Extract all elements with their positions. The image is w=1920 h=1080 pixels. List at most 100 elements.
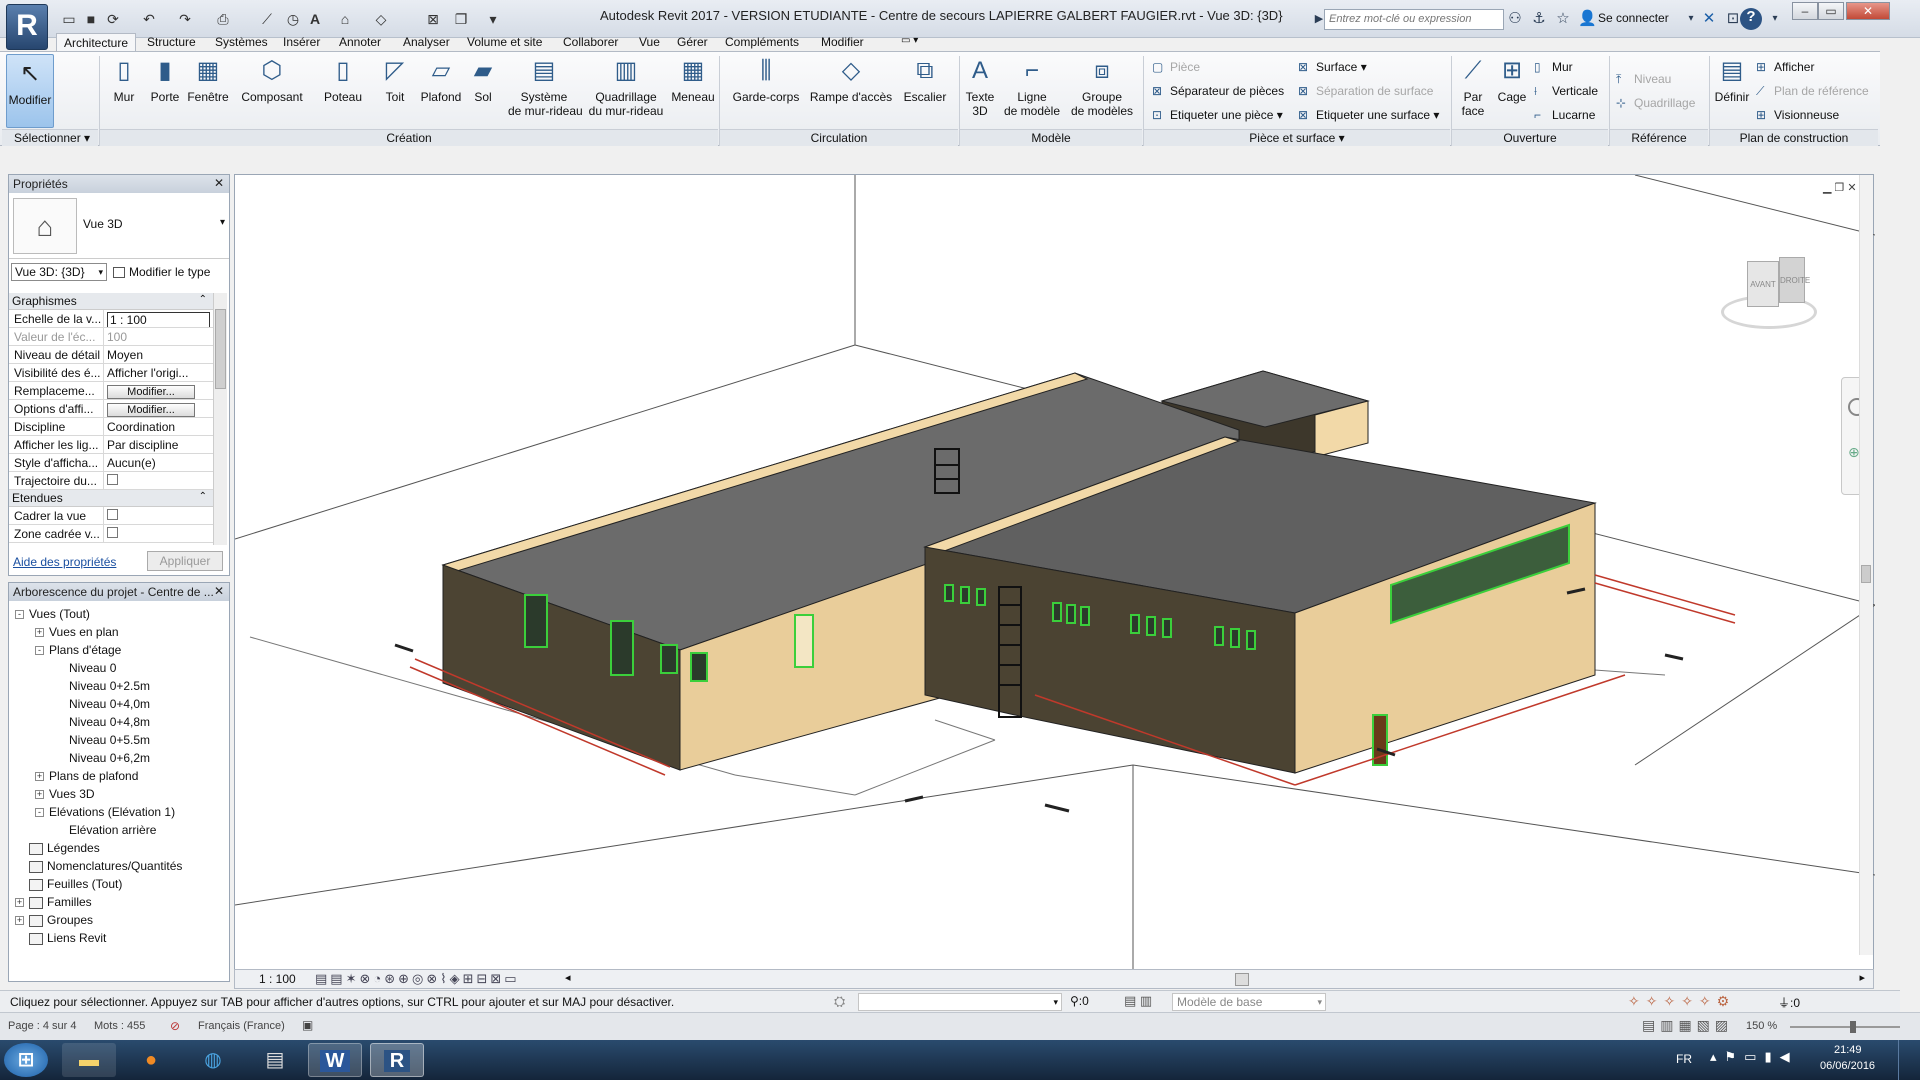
expand-node-icon[interactable]: + <box>35 790 44 800</box>
ceiling-button[interactable]: ▱ Plafond <box>416 56 466 104</box>
close-hidden-icon[interactable]: ⊠ <box>424 10 442 28</box>
door-button[interactable]: ▮ Porte <box>148 56 182 104</box>
group-graphismes[interactable]: Graphismes ⌃ <box>9 293 213 310</box>
ref-plane-button[interactable]: ⟋ Plan de référence <box>1756 84 1869 99</box>
wall-opening-button[interactable]: ▯ Mur <box>1534 60 1573 74</box>
sign-in-button[interactable]: Se connecter <box>1598 11 1669 25</box>
show-workplane-button[interactable]: ⊞ Afficher <box>1756 60 1814 74</box>
scale-value[interactable]: 1 : 100 <box>107 312 210 327</box>
clock-time[interactable]: 21:49 <box>1834 1044 1862 1056</box>
expand-node-icon[interactable]: + <box>15 916 24 926</box>
exchange-apps-icon[interactable]: ✕ <box>1700 10 1718 28</box>
component-button[interactable]: ⬡ Composant <box>236 56 308 104</box>
prop-value[interactable]: Par discipline <box>104 436 213 453</box>
prop-value[interactable]: Afficher l'origi... <box>104 364 213 381</box>
close-browser-icon[interactable]: ✕ <box>214 584 224 598</box>
search-input[interactable]: Entrez mot-clé ou expression <box>1324 9 1504 30</box>
collapse-node-icon[interactable]: - <box>15 610 24 620</box>
close-icon[interactable]: ✕ <box>1846 2 1890 20</box>
horizontal-scroll-thumb[interactable] <box>1235 973 1249 986</box>
browser-item[interactable]: + Groupes <box>9 911 231 929</box>
subscription-icon[interactable]: ⚓ <box>1530 10 1548 28</box>
3d-view-icon[interactable]: ⌂ <box>336 10 354 28</box>
level-button[interactable]: ⤒ Niveau <box>1616 72 1671 87</box>
scrollbar-thumb[interactable] <box>215 309 226 389</box>
crop-view-checkbox[interactable] <box>107 509 118 520</box>
grid-button[interactable]: ⊹ Quadrillage <box>1616 96 1695 110</box>
notepad-icon[interactable]: ▤ <box>248 1043 302 1077</box>
favorites-star-icon[interactable]: ☆ <box>1554 10 1572 28</box>
prop-value[interactable]: Aucun(e) <box>104 454 213 471</box>
tab-annoter[interactable]: Annoter <box>332 33 388 52</box>
sign-in-dropdown-icon[interactable]: ▾ <box>1682 10 1700 28</box>
properties-help-link[interactable]: Aide des propriétés <box>13 555 116 569</box>
customize-qat-icon[interactable]: ▾ <box>484 10 502 28</box>
ribbon-minimize-icon[interactable]: ▭ ▾ <box>894 33 925 52</box>
show-desktop-button[interactable] <box>1898 1040 1920 1080</box>
sun-path-checkbox[interactable] <box>107 474 118 485</box>
tab-inserer[interactable]: Insérer <box>276 33 327 52</box>
browser-item[interactable]: Feuilles (Tout) <box>9 875 231 893</box>
curtain-grid-button[interactable]: ▥ Quadrillage du mur-rideau <box>586 56 666 118</box>
zoom-slider[interactable] <box>1790 1021 1900 1033</box>
open-icon[interactable]: ▭ <box>60 10 78 28</box>
browser-item[interactable]: Niveau 0+6,2m <box>9 749 231 767</box>
collapse-node-icon[interactable]: - <box>35 646 44 656</box>
tab-collaborer[interactable]: Collaborer <box>556 33 625 52</box>
browser-item[interactable]: - Plans d'étage <box>9 641 231 659</box>
browser-item[interactable]: + Plans de plafond <box>9 767 231 785</box>
room-separator-button[interactable]: ⊠ Séparateur de pièces <box>1152 84 1284 98</box>
section-icon[interactable]: ◇ <box>372 10 390 28</box>
expand-node-icon[interactable]: + <box>35 628 44 638</box>
panel-piece-surface-label[interactable]: Pièce et surface ▾ <box>1144 129 1450 146</box>
clock-date[interactable]: 06/06/2016 <box>1820 1060 1875 1072</box>
mullion-button[interactable]: ▦ Meneau <box>668 56 718 104</box>
viewcube[interactable]: AVANT DROITE <box>1721 251 1817 331</box>
maximize-icon[interactable]: ▭ <box>1818 2 1844 20</box>
browser-item[interactable]: + Vues 3D <box>9 785 231 803</box>
proofing-icon[interactable]: ⊘ <box>170 1019 180 1033</box>
scroll-left-icon[interactable]: ◂ <box>565 971 571 984</box>
area-boundary-button[interactable]: ⊠ Séparation de surface <box>1298 84 1433 98</box>
dormer-button[interactable]: ⌐ Lucarne <box>1534 108 1595 122</box>
start-button-icon[interactable]: ⊞ <box>4 1043 48 1077</box>
by-face-button[interactable]: ⟋ Par face <box>1456 56 1490 118</box>
properties-scrollbar[interactable] <box>213 293 227 545</box>
edit-overrides-button[interactable]: Modifier... <box>107 385 195 399</box>
set-workplane-button[interactable]: ▤ Définir <box>1712 56 1752 104</box>
undo-icon[interactable]: ↶ <box>140 10 158 28</box>
tab-analyser[interactable]: Analyser <box>396 33 457 52</box>
group-etendues[interactable]: Etendues ⌃ <box>9 490 213 507</box>
tab-volume-et-site[interactable]: Volume et site <box>460 33 549 52</box>
floor-button[interactable]: ▰ Sol <box>468 56 498 104</box>
word-taskbar-icon[interactable]: W <box>308 1043 362 1077</box>
vertical-opening-button[interactable]: ⟊ Verticale <box>1534 84 1598 99</box>
modify-button[interactable]: ↖ Modifier <box>6 54 54 128</box>
shaft-button[interactable]: ⊞ Cage <box>1494 56 1530 104</box>
save-icon[interactable]: ■ <box>82 10 100 28</box>
view-mode-icons[interactable]: ▤▥▦▧▨ <box>1642 1017 1733 1034</box>
word-page-count[interactable]: Page : 4 sur 4 <box>8 1020 77 1032</box>
selection-options-icons[interactable]: ✧✧✧✧✧⚙ <box>1628 993 1735 1010</box>
design-option-dropdown[interactable]: Modèle de base ▾ <box>1172 993 1326 1011</box>
tag-area-button[interactable]: ⊠ Etiqueter une surface ▾ <box>1298 108 1439 122</box>
zoom-region-icon[interactable]: ⊕ <box>1848 444 1860 461</box>
tab-modifier[interactable]: Modifier <box>814 33 871 52</box>
input-language[interactable]: FR <box>1676 1052 1692 1066</box>
view-selector-dropdown[interactable]: Vue 3D: {3D} ▾ <box>11 263 107 281</box>
user-icon[interactable]: 👤 <box>1578 10 1597 28</box>
dimension-icon[interactable]: ◷ <box>284 10 302 28</box>
stair-button[interactable]: ⧉ Escalier <box>898 56 952 104</box>
sync-icon[interactable]: ⟳ <box>104 10 122 28</box>
window-button[interactable]: ▦ Fenêtre <box>186 56 230 104</box>
print-icon[interactable]: ⎙ <box>214 10 232 28</box>
type-selector[interactable]: ⌂ Vue 3D ▾ <box>9 193 229 259</box>
measure-icon[interactable]: ⟋ <box>258 10 276 28</box>
browser-item[interactable]: Niveau 0 <box>9 659 231 677</box>
edit-type-button[interactable]: Modifier le type <box>113 265 210 279</box>
help-icon[interactable]: ? <box>1740 8 1762 30</box>
railing-button[interactable]: ⫼ Garde-corps <box>728 56 804 104</box>
workset-icon[interactable]: ⛭ <box>834 993 845 1010</box>
browser-item[interactable]: - Elévations (Elévation 1) <box>9 803 231 821</box>
tab-complements[interactable]: Compléments <box>718 33 806 52</box>
